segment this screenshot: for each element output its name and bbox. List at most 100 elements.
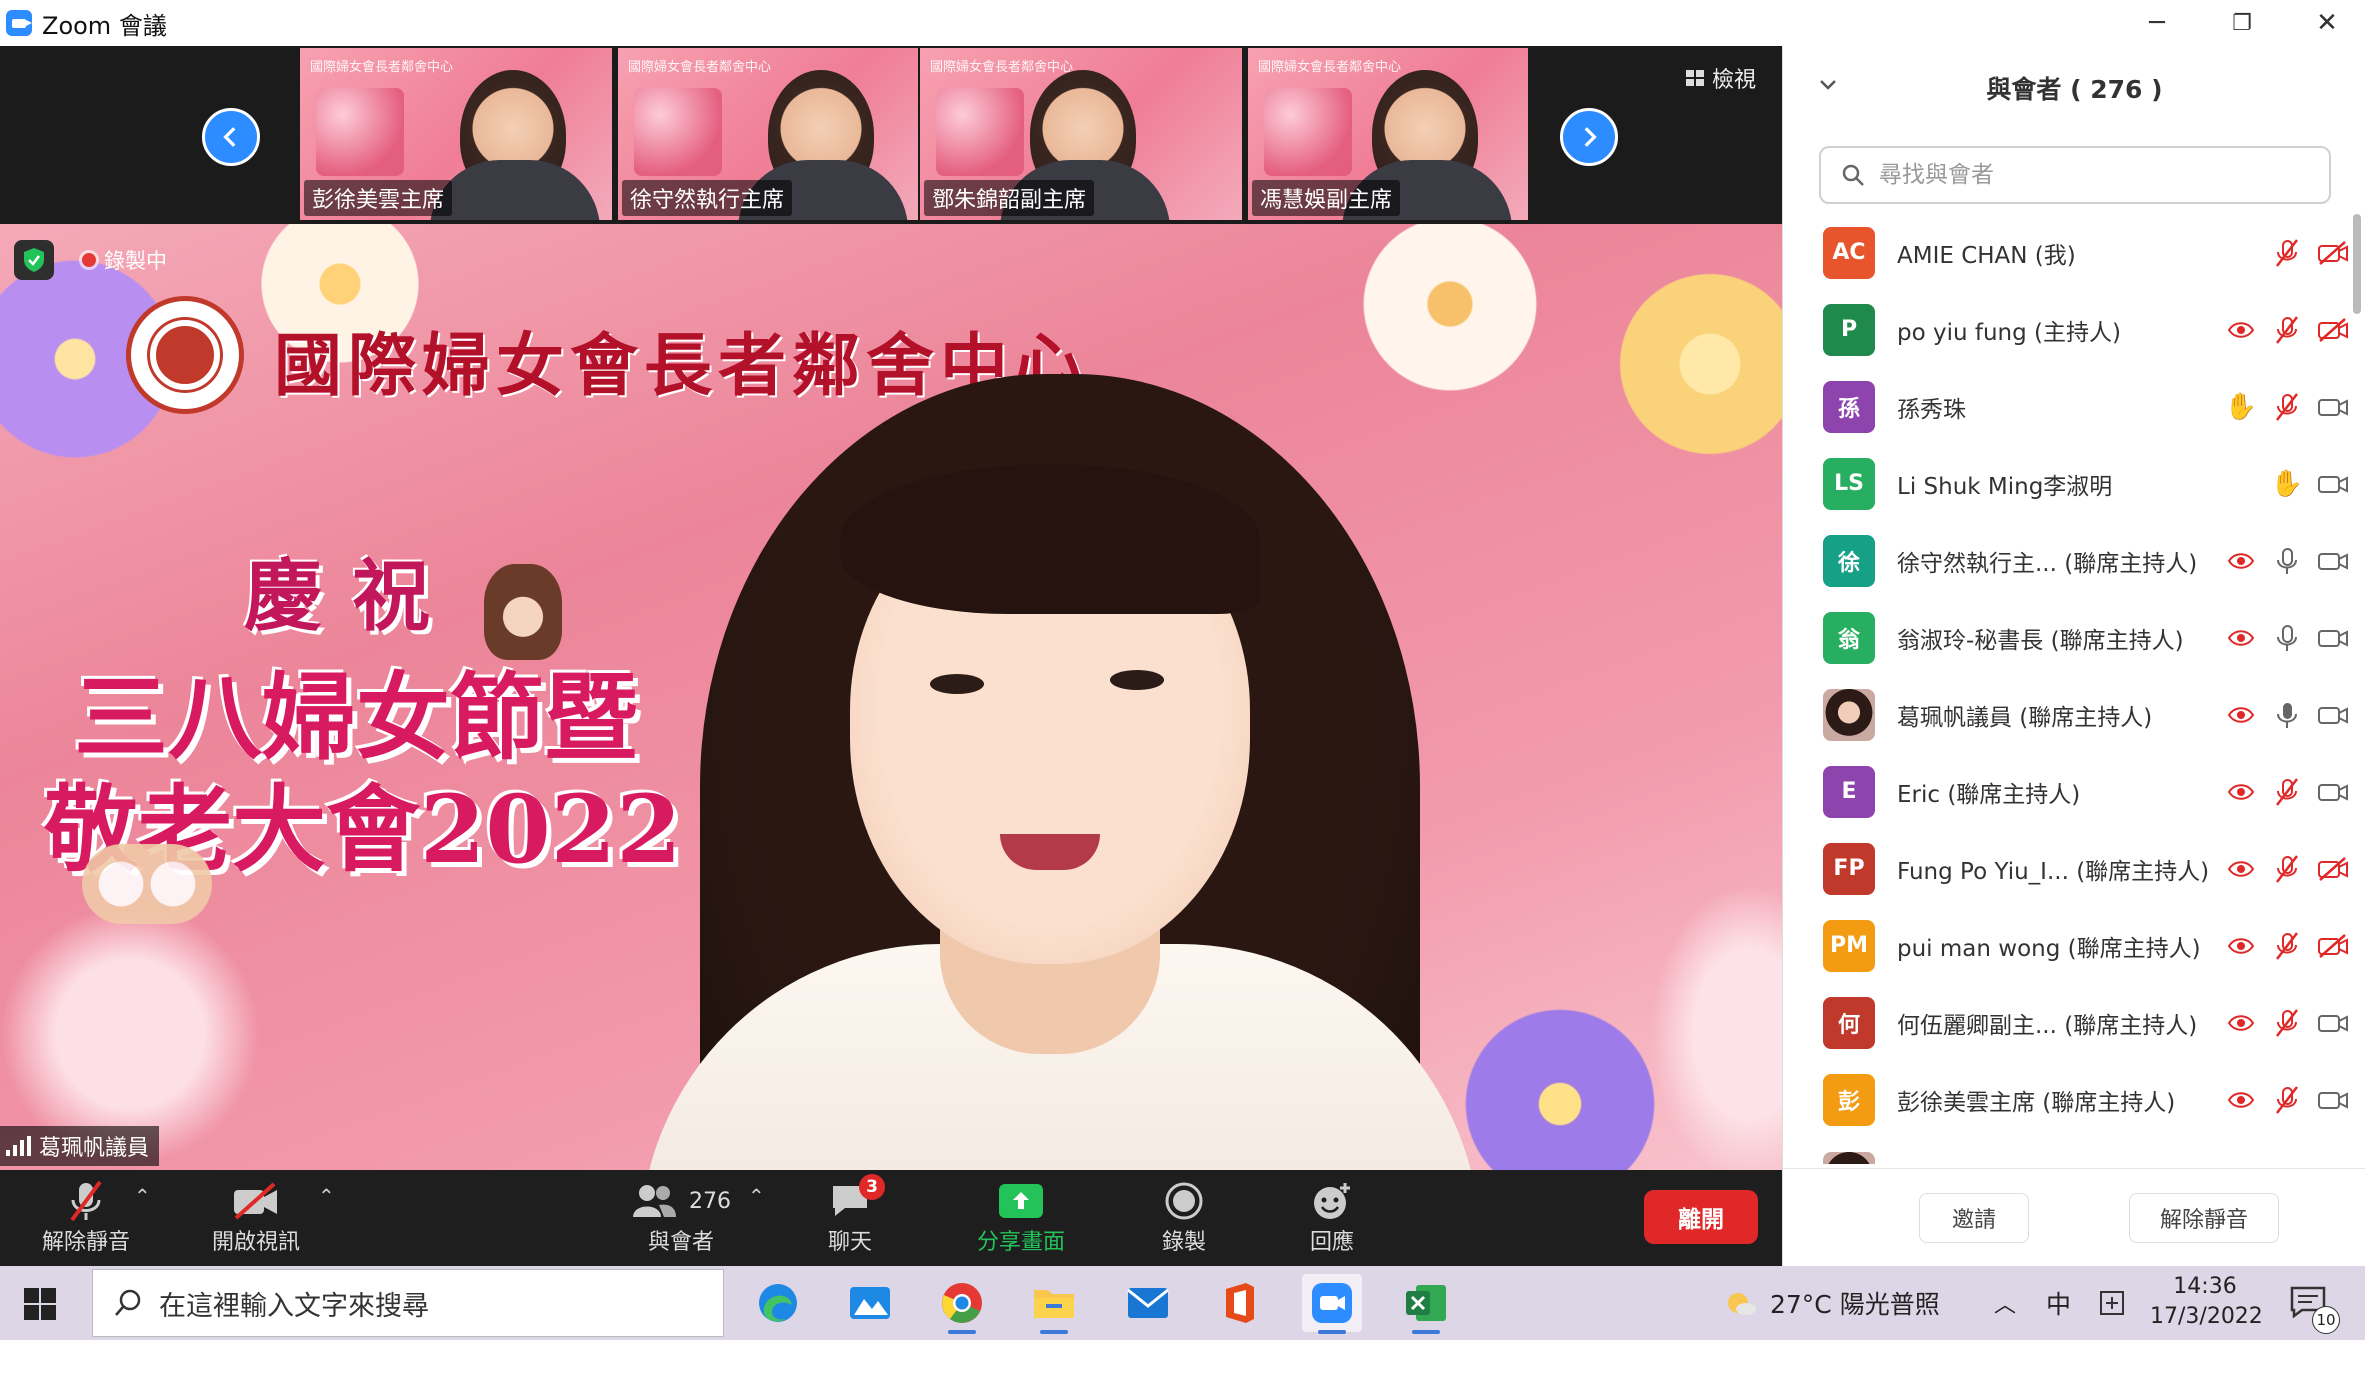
unmute-button[interactable]: 解除靜音 (36, 1178, 136, 1256)
video-thumbnail[interactable]: 國際婦女會長者鄰舍中心 徐守然執行主席 (618, 48, 918, 220)
security-shield-icon[interactable] (14, 240, 54, 280)
eye-icon[interactable] (2225, 930, 2257, 962)
microphone-muted-icon[interactable] (2271, 1084, 2303, 1116)
video-icon[interactable] (2317, 699, 2349, 731)
office-app-icon[interactable] (1210, 1274, 1270, 1332)
video-thumbnail[interactable]: 國際婦女會長者鄰舍中心 彭徐美雲主席 (300, 48, 612, 220)
microphone-icon[interactable] (2271, 699, 2303, 731)
restore-button[interactable]: ❐ (2207, 0, 2277, 46)
video-off-icon[interactable] (2317, 237, 2349, 269)
video-icon[interactable] (2317, 468, 2349, 500)
file-explorer-icon[interactable] (1024, 1274, 1084, 1334)
event-title-line1: 慶祝 (244, 551, 461, 642)
video-icon[interactable] (2317, 1084, 2349, 1116)
unmute-all-button[interactable]: 解除靜音 (2129, 1193, 2279, 1243)
eye-icon[interactable] (2225, 776, 2257, 808)
zoom-taskbar-icon[interactable] (1302, 1274, 1362, 1334)
view-button[interactable]: 檢視 (1685, 62, 1756, 94)
active-speaker-video[interactable]: 國際婦女會長者鄰舍中心 慶祝 三八婦女節暨 敬老大會2022 錄製中 葛珮帆議員 (0, 224, 1782, 1170)
notification-center-icon[interactable]: 10 (2290, 1286, 2340, 1334)
video-off-icon (234, 1182, 277, 1220)
participant-row[interactable]: AC AMIE CHAN (我) (1783, 214, 2365, 291)
start-video-button[interactable]: 開啟視訊 (206, 1178, 306, 1256)
eye-icon[interactable] (2225, 699, 2257, 731)
participant-row[interactable]: 翁 翁淑玲-秘書長 (聯席主持人) (1783, 599, 2365, 676)
microphone-muted-icon[interactable] (2271, 1007, 2303, 1039)
participant-row[interactable]: 葛珮帆議員 (聯席主持人) (1783, 676, 2365, 753)
video-thumbnail[interactable]: 國際婦女會長者鄰舍中心 鄧朱錦韶副主席 (920, 48, 1242, 220)
reactions-button[interactable]: 回應 (1292, 1178, 1372, 1256)
video-options-caret-icon[interactable]: ⌃ (318, 1184, 335, 1208)
ime-mode-icon[interactable] (2098, 1266, 2126, 1340)
raised-hand-icon[interactable]: ✋ (2225, 391, 2257, 423)
invite-button[interactable]: 邀請 (1919, 1193, 2029, 1243)
microphone-icon[interactable] (2271, 545, 2303, 577)
participant-row[interactable]: 孫 孫秀珠 ✋ (1783, 368, 2365, 445)
participant-row[interactable]: 徐 徐守然執行主... (聯席主持人) (1783, 522, 2365, 599)
video-icon[interactable] (2317, 622, 2349, 654)
video-off-icon[interactable] (2317, 930, 2349, 962)
participant-row-partial[interactable] (1783, 1138, 2365, 1164)
recording-indicator[interactable]: 錄製中 (70, 240, 179, 280)
participant-row[interactable]: LS Li Shuk Ming李淑明 ✋ (1783, 445, 2365, 522)
participant-row[interactable]: 彭 彭徐美雲主席 (聯席主持人) (1783, 1061, 2365, 1138)
participants-button[interactable]: 276 與會者 (616, 1178, 746, 1256)
window-title: Zoom 會議 (42, 11, 167, 40)
avatar: P (1823, 303, 1875, 356)
eye-icon[interactable] (2225, 853, 2257, 885)
chevron-up-icon[interactable]: ︿ (1994, 1266, 2016, 1340)
video-icon[interactable] (2317, 545, 2349, 577)
participant-row[interactable]: FP Fung Po Yiu_I... (聯席主持人) (1783, 830, 2365, 907)
eye-icon[interactable] (2225, 1007, 2257, 1039)
microphone-icon[interactable] (2271, 622, 2303, 654)
share-screen-button[interactable]: 分享畫面 (966, 1178, 1076, 1256)
video-thumbnail[interactable]: 國際婦女會長者鄰舍中心 馮慧娛副主席 (1248, 48, 1528, 220)
audio-options-caret-icon[interactable]: ⌃ (134, 1184, 151, 1208)
chat-button[interactable]: 3 聊天 (810, 1174, 890, 1256)
participant-row[interactable]: PM pui man wong (聯席主持人) (1783, 907, 2365, 984)
minimize-button[interactable]: ─ (2122, 0, 2192, 46)
participant-row[interactable]: P po yiu fung (主持人) (1783, 291, 2365, 368)
photos-app-icon[interactable] (840, 1274, 900, 1332)
participant-row[interactable]: E Eric (聯席主持人) (1783, 753, 2365, 830)
leave-button[interactable]: 離開 (1644, 1190, 1758, 1244)
eye-icon[interactable] (2225, 622, 2257, 654)
system-clock[interactable]: 14:36 17/3/2022 (2150, 1272, 2263, 1332)
taskbar-search-box[interactable]: 在這裡輸入文字來搜尋 (92, 1269, 724, 1337)
prev-page-button[interactable] (202, 108, 260, 166)
video-off-icon[interactable] (2317, 853, 2349, 885)
raised-hand-icon[interactable]: ✋ (2271, 468, 2303, 500)
avatar: 徐 (1823, 534, 1875, 587)
record-button[interactable]: 錄製 (1144, 1178, 1224, 1256)
next-page-button[interactable] (1560, 108, 1618, 166)
windows-start-icon[interactable] (22, 1286, 58, 1322)
weather-widget[interactable]: 27°C 陽光普照 (1722, 1266, 1940, 1340)
excel-app-icon[interactable] (1396, 1274, 1456, 1334)
chrome-app-icon[interactable] (932, 1274, 992, 1334)
microphone-muted-icon[interactable] (2271, 776, 2303, 808)
microphone-muted-icon[interactable] (2271, 930, 2303, 962)
mail-app-icon[interactable] (1118, 1274, 1178, 1332)
video-icon[interactable] (2317, 776, 2349, 808)
ime-indicator[interactable]: 中 (2046, 1266, 2071, 1340)
participants-caret-icon[interactable]: ⌃ (748, 1184, 765, 1208)
participant-row[interactable]: 何 何伍麗卿副主... (聯席主持人) (1783, 984, 2365, 1061)
video-icon[interactable] (2317, 1007, 2349, 1039)
video-icon[interactable] (2317, 391, 2349, 423)
edge-app-icon[interactable] (748, 1274, 808, 1332)
microphone-muted-icon[interactable] (2271, 391, 2303, 423)
avatar: AC (1823, 226, 1875, 279)
panel-scrollbar[interactable] (2353, 214, 2361, 314)
microphone-muted-icon[interactable] (2271, 314, 2303, 346)
eye-icon[interactable] (2225, 314, 2257, 346)
poster-graphic (316, 88, 404, 176)
video-off-icon[interactable] (2317, 314, 2349, 346)
eye-icon[interactable] (2225, 545, 2257, 577)
microphone-muted-icon[interactable] (2271, 853, 2303, 885)
participants-panel: 與會者 ( 276 ) AC AMIE CHAN (我) P po yiu fu… (1782, 46, 2365, 1266)
search-input[interactable] (1877, 161, 2317, 189)
microphone-muted-icon[interactable] (2271, 237, 2303, 269)
participant-search[interactable] (1819, 146, 2331, 204)
eye-icon[interactable] (2225, 1084, 2257, 1116)
close-button[interactable]: ✕ (2292, 0, 2362, 46)
